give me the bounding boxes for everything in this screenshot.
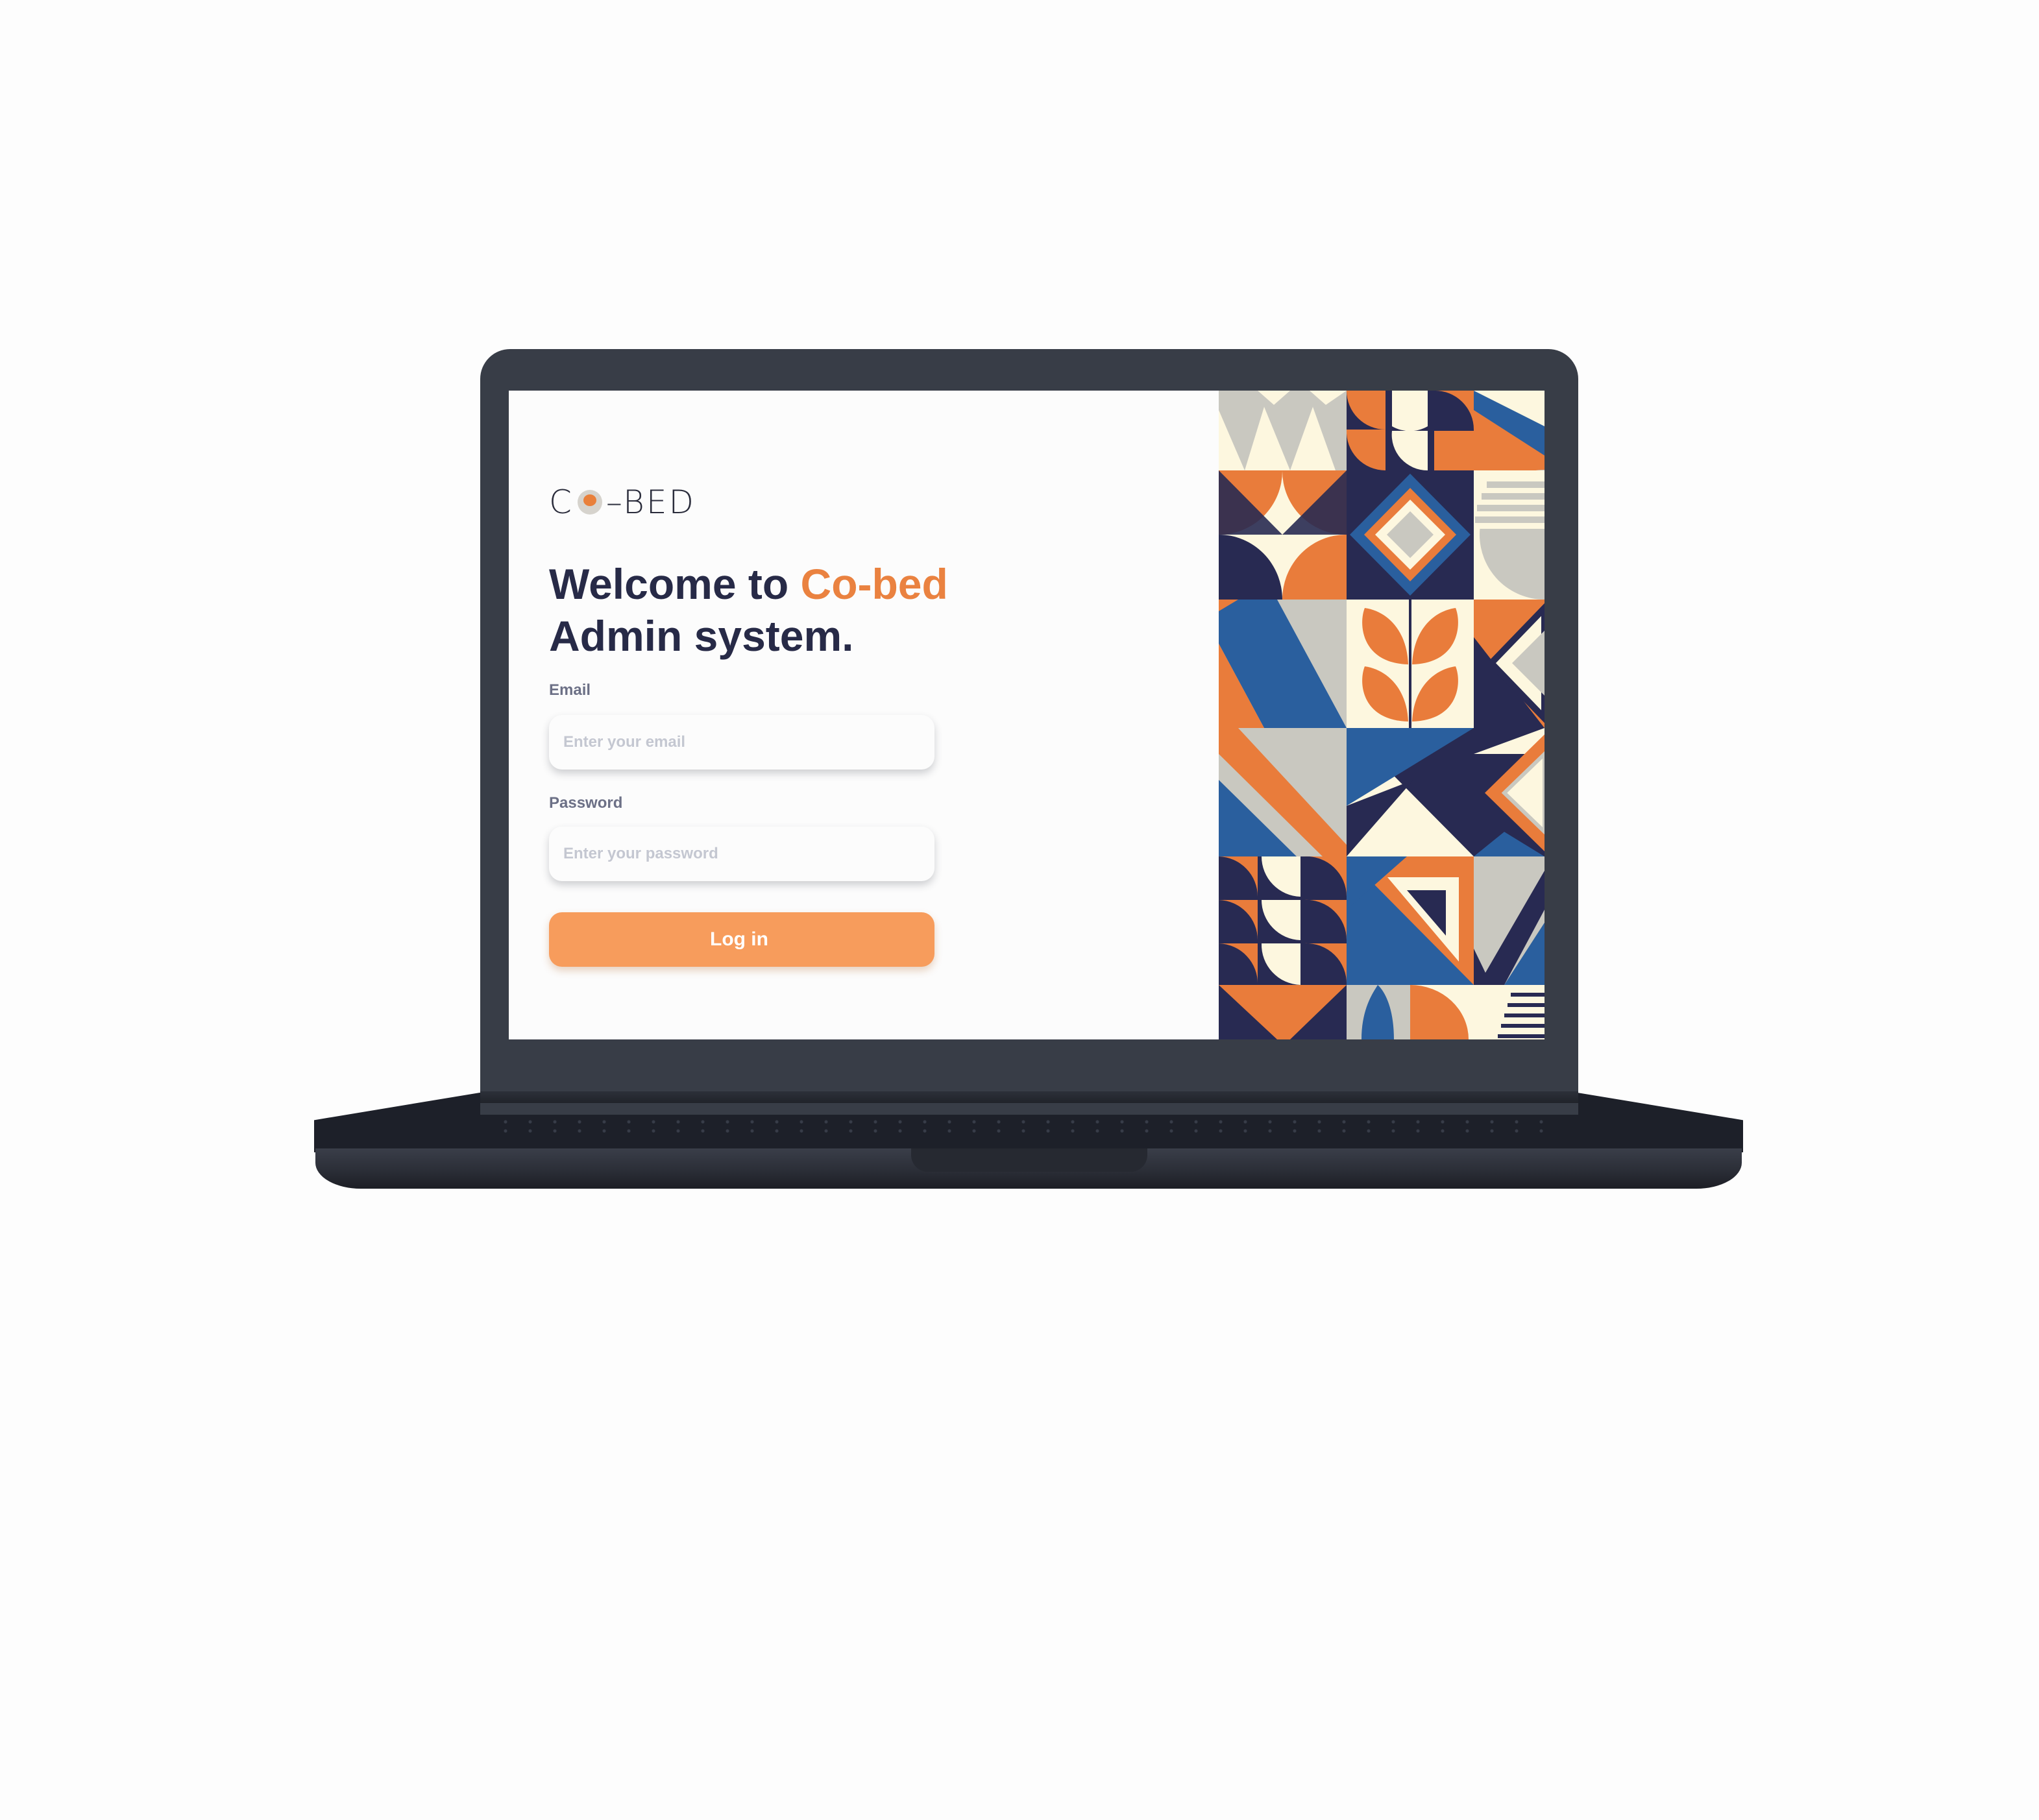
mosaic-pattern xyxy=(1219,391,1545,1039)
password-label: Password xyxy=(549,794,623,812)
tile-x-flower xyxy=(1219,470,1347,600)
email-field[interactable] xyxy=(549,715,934,770)
logo-text-left: C xyxy=(549,483,574,521)
tile-diagonal-blue xyxy=(1219,600,1347,728)
password-field[interactable] xyxy=(549,827,934,881)
tile-bottom-row xyxy=(1219,985,1545,1039)
cobed-logo-icon xyxy=(577,490,602,515)
tile-stripes xyxy=(1474,391,1545,470)
tile-orange-diagonal xyxy=(1219,728,1347,856)
tile-triangles xyxy=(1219,391,1347,470)
tile-corner-frames xyxy=(1347,856,1474,985)
tile-half-circles xyxy=(1346,391,1474,471)
tile-half-moon xyxy=(1474,470,1545,600)
page-title: Welcome to Co-bed Admin system. xyxy=(549,558,948,662)
login-button[interactable]: Log in xyxy=(549,912,934,967)
tile-navy-triangles xyxy=(1347,728,1474,856)
tile-diamond xyxy=(1347,470,1474,600)
laptop-opening-notch xyxy=(911,1148,1147,1172)
logo-text-right: –BED xyxy=(605,483,696,521)
tile-scallops xyxy=(1219,856,1347,985)
tile-cream-diamond xyxy=(1474,728,1545,856)
laptop-hinge xyxy=(480,1091,1578,1103)
tile-outline-diamond xyxy=(1474,600,1545,728)
laptop-screen: C –BED Welcome to Co-bed Admin system. E… xyxy=(509,391,1545,1039)
decorative-mosaic xyxy=(1219,391,1545,1039)
title-prefix: Welcome to xyxy=(549,560,801,608)
tile-leaves xyxy=(1347,600,1474,728)
email-label: Email xyxy=(549,681,591,699)
title-accent: Co-bed xyxy=(800,560,948,608)
title-suffix: Admin system. xyxy=(549,612,854,660)
brand-logo: C –BED xyxy=(549,483,696,522)
tile-chevron xyxy=(1474,856,1545,985)
